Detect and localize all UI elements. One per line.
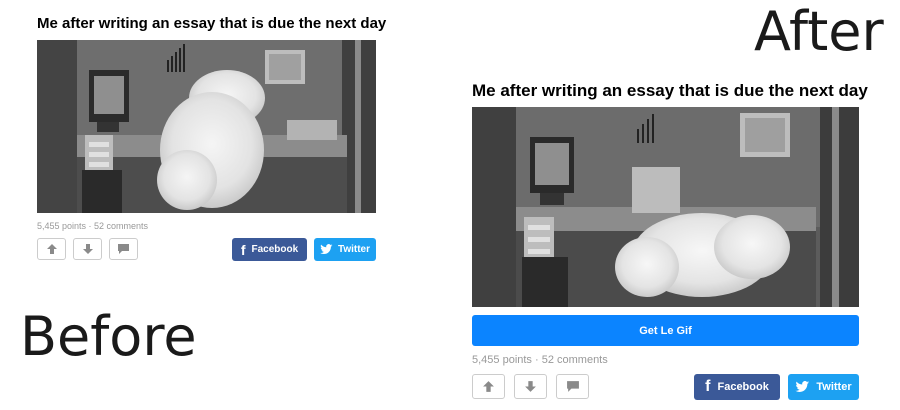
twitter-bird-icon xyxy=(795,381,810,393)
comment-button[interactable] xyxy=(556,374,589,399)
twitter-label: Twitter xyxy=(337,244,371,255)
twitter-share-button[interactable]: Twitter xyxy=(314,238,376,261)
comment-button[interactable] xyxy=(109,238,138,260)
facebook-f-icon: f xyxy=(240,241,246,258)
comment-bubble-icon xyxy=(118,244,129,254)
get-gif-button[interactable]: Get Le Gif xyxy=(472,315,859,346)
post-gif-image[interactable] xyxy=(472,107,859,307)
facebook-share-button[interactable]: f Facebook xyxy=(694,374,780,400)
arrow-up-icon xyxy=(46,244,57,254)
upvote-button[interactable] xyxy=(472,374,505,399)
post-title[interactable]: Me after writing an essay that is due th… xyxy=(472,81,868,101)
post-stats: 5,455 points · 52 comments xyxy=(37,221,149,231)
facebook-f-icon: f xyxy=(705,378,711,395)
facebook-label: Facebook xyxy=(717,381,769,393)
after-label: After xyxy=(754,0,884,63)
arrow-down-icon xyxy=(82,244,93,254)
facebook-share-button[interactable]: f Facebook xyxy=(232,238,307,261)
facebook-label: Facebook xyxy=(251,244,299,255)
arrow-down-icon xyxy=(525,381,536,392)
twitter-label: Twitter xyxy=(816,381,852,393)
post-stats: 5,455 points · 52 comments xyxy=(472,354,608,366)
arrow-up-icon xyxy=(483,381,494,392)
downvote-button[interactable] xyxy=(73,238,102,260)
upvote-button[interactable] xyxy=(37,238,66,260)
post-gif-image[interactable] xyxy=(37,40,376,213)
downvote-button[interactable] xyxy=(514,374,547,399)
before-label: Before xyxy=(20,305,197,368)
comment-bubble-icon xyxy=(566,381,579,392)
post-title[interactable]: Me after writing an essay that is due th… xyxy=(37,15,386,32)
twitter-share-button[interactable]: Twitter xyxy=(788,374,859,400)
twitter-bird-icon xyxy=(319,244,333,255)
